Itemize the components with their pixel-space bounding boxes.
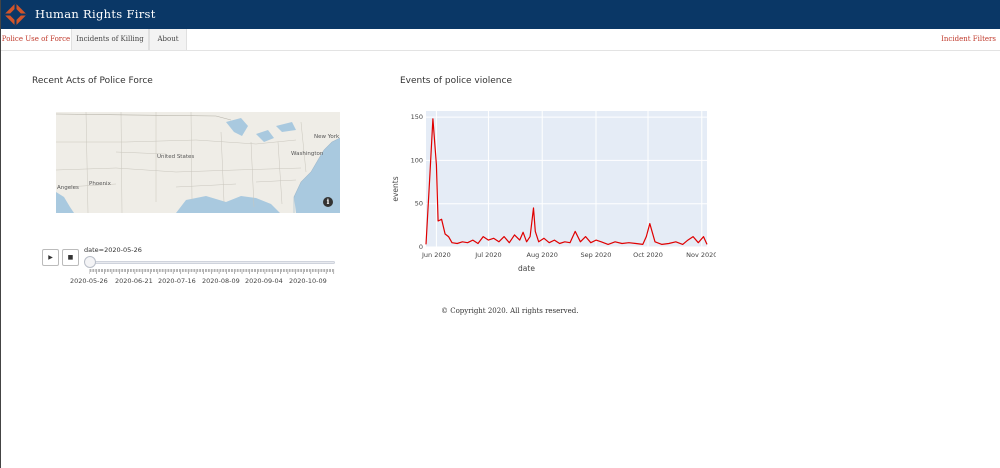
date-slider-ticks bbox=[89, 269, 335, 274]
map-label-washington: Washington bbox=[291, 151, 324, 157]
play-button[interactable]: ▶ bbox=[42, 249, 59, 266]
slider-tick-label: 2020-08-09 bbox=[202, 277, 240, 285]
tab-incidents-of-killing[interactable]: Incidents of Killing bbox=[71, 29, 149, 50]
x-tick-label: Jul 2020 bbox=[474, 251, 501, 259]
x-tick-label: Oct 2020 bbox=[633, 251, 663, 259]
map-attribution-info-icon[interactable]: i bbox=[323, 197, 333, 207]
map-label-united-states: United States bbox=[157, 154, 195, 160]
brand-title[interactable]: Human Rights First bbox=[35, 7, 156, 21]
map-label-new-york: New York bbox=[314, 134, 340, 140]
y-tick-label: 0 bbox=[419, 243, 423, 251]
y-tick-label: 100 bbox=[411, 156, 423, 164]
x-tick-label: Sep 2020 bbox=[581, 251, 612, 259]
events-line-chart[interactable]: 0 50 100 150 Jun 2020 Jul 2020 Aug 2020 Sep 202… bbox=[386, 105, 716, 280]
map-label-los-angeles: Angeles bbox=[57, 185, 79, 191]
slider-tick-label: 2020-10-09 bbox=[289, 277, 327, 285]
map-label-phoenix: Phoenix bbox=[89, 181, 111, 187]
tab-about[interactable]: About bbox=[149, 29, 187, 50]
slider-tick-label: 2020-09-04 bbox=[245, 277, 283, 285]
stop-button[interactable]: ■ bbox=[62, 249, 79, 266]
stop-icon: ■ bbox=[67, 254, 74, 261]
date-slider-track[interactable] bbox=[87, 261, 335, 264]
incident-filters-link[interactable]: Incident Filters bbox=[941, 35, 996, 43]
plot-background bbox=[426, 111, 707, 247]
y-axis-title: events bbox=[391, 176, 400, 201]
date-slider-handle[interactable] bbox=[84, 256, 96, 268]
y-tick-label: 50 bbox=[415, 200, 423, 208]
slider-current-date: date=2020-05-26 bbox=[84, 246, 142, 254]
human-rights-first-logo-icon[interactable] bbox=[2, 1, 29, 28]
chart-section-title: Events of police violence bbox=[400, 76, 512, 86]
tab-police-use-of-force[interactable]: Police Use of Force bbox=[1, 29, 71, 50]
play-icon: ▶ bbox=[48, 254, 53, 261]
tab-bar: Police Use of Force Incidents of Killing… bbox=[1, 29, 1000, 51]
map-section-title: Recent Acts of Police Force bbox=[32, 76, 153, 86]
copyright-footer: © Copyright 2020. All rights reserved. bbox=[441, 307, 579, 315]
slider-tick-label: 2020-06-21 bbox=[115, 277, 153, 285]
slider-tick-label: 2020-05-26 bbox=[70, 277, 108, 285]
x-tick-label: Aug 2020 bbox=[527, 251, 558, 259]
map-base-layer bbox=[56, 112, 340, 213]
incident-map[interactable]: United States New York Washington Phoeni… bbox=[56, 112, 340, 213]
y-tick-label: 150 bbox=[411, 113, 423, 121]
app-header: Human Rights First bbox=[1, 0, 1000, 29]
x-tick-label: Nov 2020 bbox=[686, 251, 716, 259]
x-tick-label: Jun 2020 bbox=[421, 251, 451, 259]
slider-tick-label: 2020-07-16 bbox=[158, 277, 196, 285]
x-axis-title: date bbox=[518, 264, 535, 273]
